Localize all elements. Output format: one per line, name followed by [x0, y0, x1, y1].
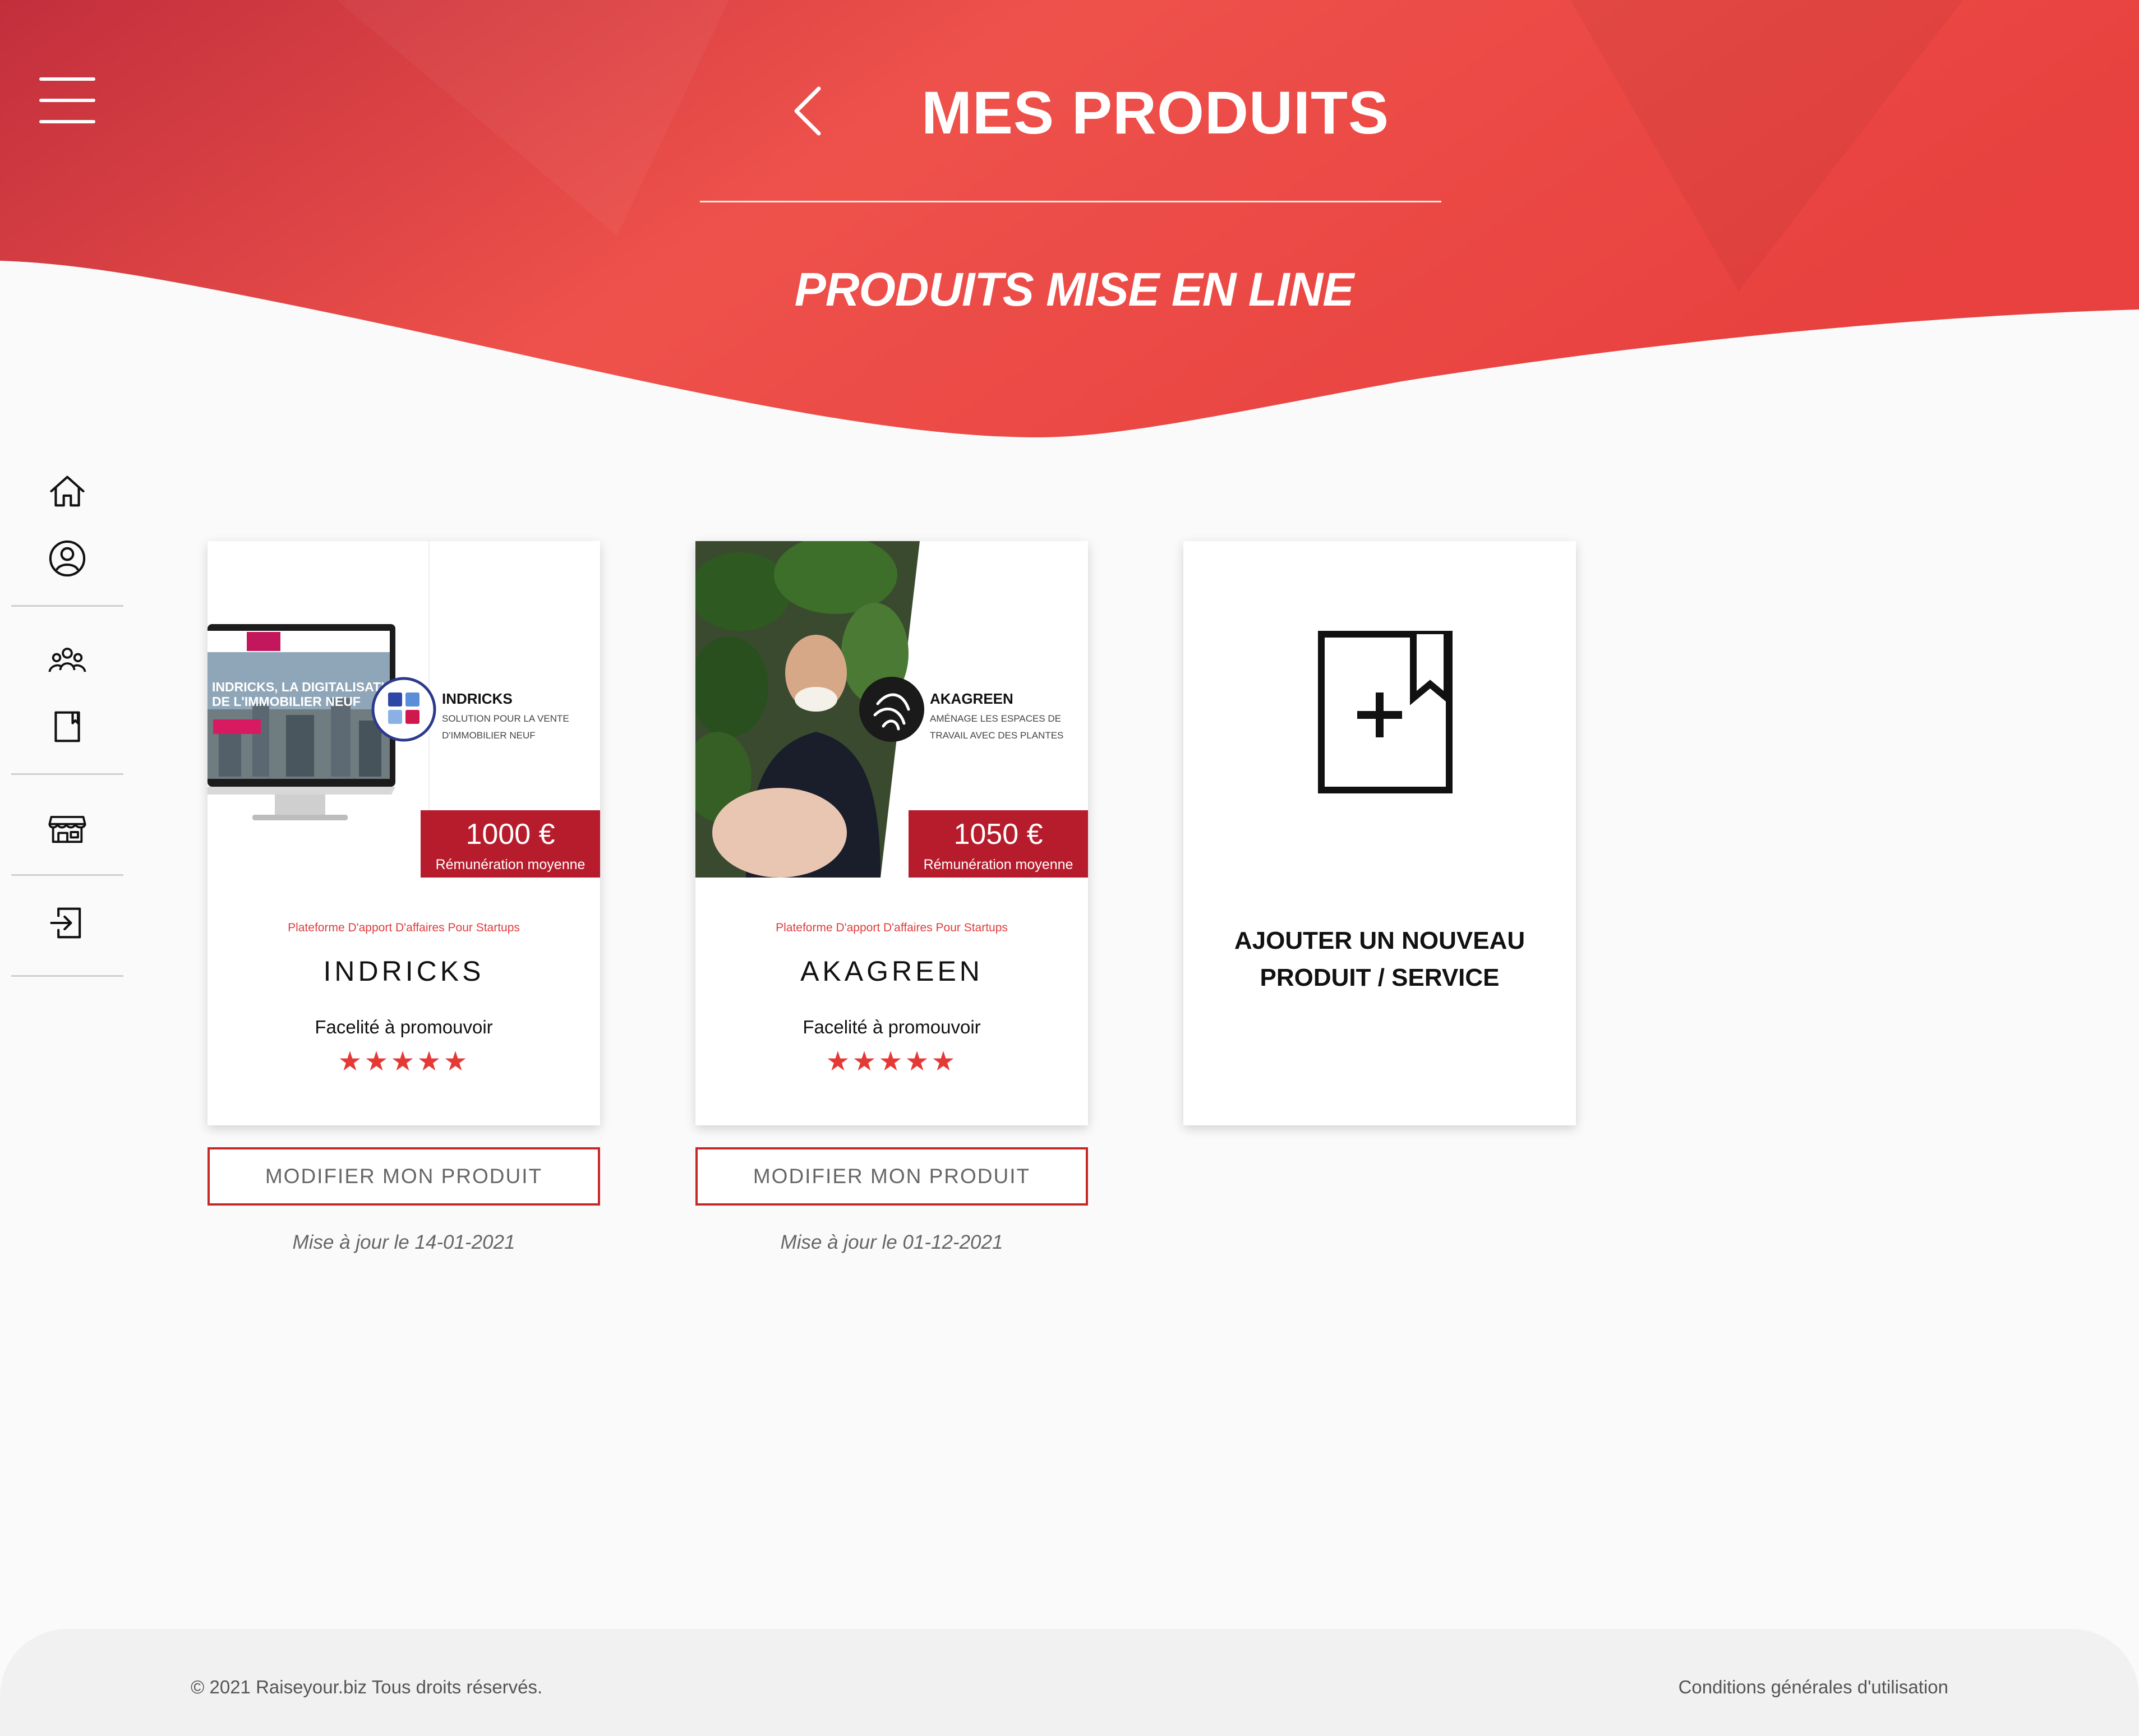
brand-tagline: D'IMMOBILIER NEUF: [442, 730, 536, 741]
price-caption: Rémunération moyenne: [924, 857, 1073, 872]
menu-bar: [39, 120, 95, 123]
price-caption: Rémunération moyenne: [436, 857, 586, 872]
add-product-label: AJOUTER UN NOUVEAU PRODUIT / SERVICE: [1183, 922, 1576, 996]
page-title: MES PRODUITS: [921, 79, 1390, 146]
product-name: INDRICKS: [323, 955, 485, 987]
screen-headline: DE L'IMMOBILIER NEUF: [212, 694, 361, 709]
edit-product-button[interactable]: MODIFIER MON PRODUIT: [695, 1147, 1088, 1206]
product-category: Plateforme D'apport D'affaires Pour Star…: [288, 921, 520, 934]
add-product-line: AJOUTER UN NOUVEAU: [1234, 927, 1525, 954]
menu-bar: [39, 77, 95, 81]
update-date: Mise à jour le 01-12-2021: [780, 1231, 1003, 1253]
back-chevron-icon[interactable]: [788, 83, 833, 139]
users-group-icon[interactable]: [46, 638, 89, 681]
price-value: 1050 €: [953, 818, 1043, 851]
sidebar-divider: [11, 605, 123, 607]
product-category: Plateforme D'apport D'affaires Pour Star…: [776, 921, 1008, 934]
page-subtitle: PRODUITS MISE EN LINE: [794, 263, 1354, 316]
sidebar-divider: [11, 773, 123, 775]
product-card[interactable]: AKAGREEN AMÉNAGE LES ESPACES DE TRAVAIL …: [695, 541, 1088, 1125]
star-rating: ★★★★★: [826, 1047, 958, 1077]
document-icon[interactable]: [46, 705, 89, 748]
user-circle-icon[interactable]: [46, 537, 89, 580]
sidebar-divider: [11, 975, 123, 977]
add-product-line: PRODUIT / SERVICE: [1260, 964, 1500, 991]
brand-name: INDRICKS: [442, 690, 513, 707]
brand-tagline: TRAVAIL AVEC DES PLANTES: [930, 730, 1063, 741]
footer: © 2021 Raiseyour.biz Tous droits réservé…: [0, 1629, 2139, 1736]
price-value: 1000 €: [465, 818, 555, 851]
menu-bar: [39, 99, 95, 102]
star-rating: ★★★★★: [338, 1047, 470, 1077]
header-banner: [0, 0, 2139, 437]
update-date: Mise à jour le 14-01-2021: [292, 1231, 515, 1253]
store-icon[interactable]: [46, 806, 89, 849]
product-ease-label: Facelité à promouvoir: [803, 1017, 981, 1037]
menu-button[interactable]: [39, 77, 95, 123]
brand-tagline: AMÉNAGE LES ESPACES DE: [930, 713, 1061, 724]
home-icon[interactable]: [46, 470, 89, 513]
brand-name: AKAGREEN: [930, 690, 1013, 707]
logout-icon[interactable]: [46, 902, 89, 944]
product-name: AKAGREEN: [800, 955, 983, 987]
copyright-text: © 2021 Raiseyour.biz Tous droits réservé…: [191, 1677, 543, 1697]
product-image: AKAGREEN AMÉNAGE LES ESPACES DE TRAVAIL …: [695, 541, 1088, 878]
edit-product-button[interactable]: MODIFIER MON PRODUIT: [208, 1147, 600, 1206]
product-ease-label: Facelité à promouvoir: [315, 1017, 493, 1037]
add-product-card[interactable]: AJOUTER UN NOUVEAU PRODUIT / SERVICE: [1183, 541, 1576, 1125]
sidebar-divider: [11, 874, 123, 876]
product-image: INDRICKS, LA DIGITALISATION DE L'IMMOBIL…: [208, 541, 600, 878]
screen-headline: INDRICKS, LA DIGITALISATION: [212, 680, 404, 694]
add-document-icon: [1318, 631, 1453, 793]
product-card[interactable]: INDRICKS, LA DIGITALISATION DE L'IMMOBIL…: [208, 541, 600, 1125]
title-divider: [700, 201, 1441, 202]
terms-link[interactable]: Conditions générales d'utilisation: [1679, 1677, 1948, 1698]
brand-tagline: SOLUTION POUR LA VENTE: [442, 713, 569, 724]
